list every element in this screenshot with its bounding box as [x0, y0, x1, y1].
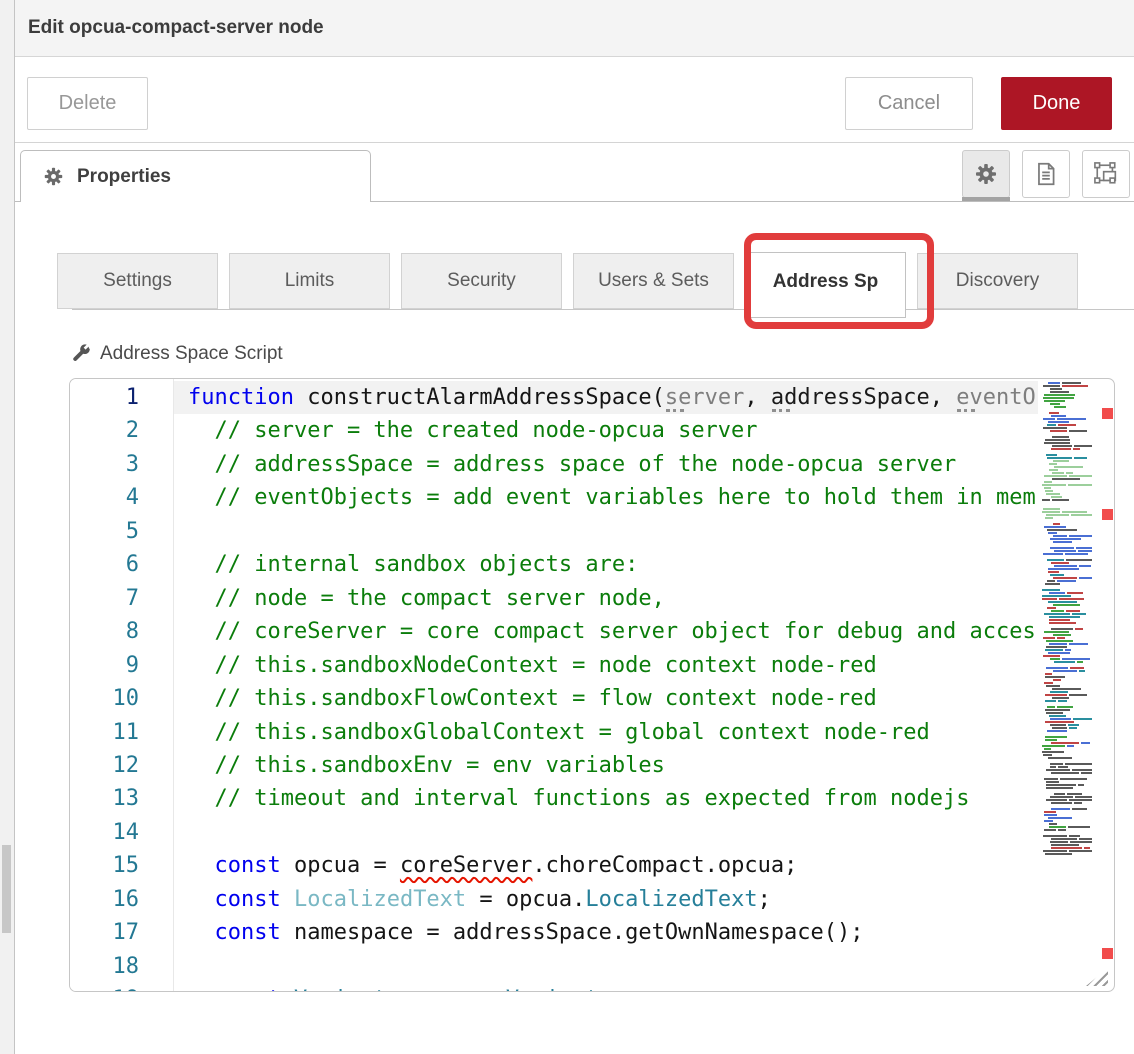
done-button[interactable]: Done [1001, 77, 1112, 130]
tab-users-sets[interactable]: Users & Sets [573, 253, 734, 309]
code-line[interactable]: // timeout and interval functions as exp… [174, 782, 969, 816]
line-number: 17 [113, 916, 140, 949]
description-icon-button[interactable] [1022, 150, 1070, 198]
line-number: 11 [113, 716, 140, 749]
dialog-toolbar: Delete Cancel Done [15, 58, 1134, 143]
line-number: 4 [126, 481, 139, 514]
line-number: 19 [113, 983, 140, 992]
line-number: 15 [113, 849, 140, 882]
code-line[interactable]: // this.sandboxFlowContext = flow contex… [174, 682, 877, 716]
document-icon [1033, 161, 1059, 187]
tab-limits[interactable]: Limits [229, 253, 390, 309]
code-line[interactable]: const LocalizedText = opcua.LocalizedTex… [174, 883, 771, 917]
code-line[interactable]: // coreServer = core compact server obje… [174, 615, 1036, 649]
appearance-icon-button[interactable] [1082, 150, 1130, 198]
dialog-title: Edit opcua-compact-server node [28, 0, 324, 56]
tab-security[interactable]: Security [401, 253, 562, 309]
overview-ruler [1100, 379, 1115, 991]
config-tabs: SettingsLimitsSecurityUsers & SetsAddres… [15, 252, 1134, 322]
line-number: 6 [126, 548, 139, 581]
line-number: 16 [113, 883, 140, 916]
code-line[interactable]: // this.sandboxGlobalContext = global co… [174, 716, 930, 750]
code-line[interactable] [174, 515, 188, 549]
group-select-icon [1092, 160, 1120, 188]
line-number-gutter: 12345678910111213141516171819 [70, 379, 173, 991]
properties-icon-button[interactable] [962, 150, 1010, 198]
line-number: 3 [126, 448, 139, 481]
line-number: 1 [126, 381, 139, 414]
line-number: 7 [126, 582, 139, 615]
page-scrollbar-thumb[interactable] [2, 845, 11, 933]
line-number: 13 [113, 782, 140, 815]
line-number: 12 [113, 749, 140, 782]
line-number: 5 [126, 515, 139, 548]
code-line[interactable]: // this.sandboxEnv = env variables [174, 749, 665, 783]
dialog-header: Edit opcua-compact-server node [15, 0, 1134, 57]
code-content[interactable]: function constructAlarmAddressSpace(serv… [174, 379, 1040, 991]
tab-settings[interactable]: Settings [57, 253, 218, 309]
tab-address-sp[interactable]: Address Sp [745, 252, 906, 318]
line-number: 8 [126, 615, 139, 648]
editor-nav-strip: Properties [15, 143, 1134, 202]
minimap[interactable] [1042, 382, 1092, 856]
line-number: 2 [126, 414, 139, 447]
tab-discovery[interactable]: Discovery [917, 253, 1078, 309]
code-editor[interactable]: 12345678910111213141516171819 function c… [69, 378, 1115, 992]
line-number: 9 [126, 649, 139, 682]
edit-node-dialog: Edit opcua-compact-server node Delete Ca… [15, 0, 1134, 1054]
tab-properties[interactable]: Properties [20, 150, 371, 202]
error-marker [1102, 509, 1113, 520]
page-scrollbar[interactable] [0, 0, 15, 1054]
code-line[interactable]: function constructAlarmAddressSpace(serv… [174, 381, 1036, 415]
code-line[interactable]: const namespace = addressSpace.getOwnNam… [174, 916, 864, 950]
line-number: 14 [113, 816, 140, 849]
code-line[interactable]: // internal sandbox objects are: [174, 548, 638, 582]
gear-icon [43, 166, 64, 187]
code-line[interactable]: // server = the created node-opcua serve… [174, 414, 758, 448]
line-number: 10 [113, 682, 140, 715]
code-line[interactable]: // addressSpace = address space of the n… [174, 448, 956, 482]
code-line[interactable] [174, 816, 188, 850]
code-line[interactable]: // this.sandboxNodeContext = node contex… [174, 649, 877, 683]
line-number: 18 [113, 950, 140, 983]
code-line[interactable]: const opcua = coreServer.choreCompact.op… [174, 849, 797, 883]
code-line[interactable]: // node = the compact server node, [174, 582, 665, 616]
gear-icon [974, 162, 998, 186]
error-marker [1102, 948, 1113, 959]
code-line[interactable] [174, 950, 188, 984]
wrench-icon [70, 343, 92, 365]
cancel-button[interactable]: Cancel [845, 77, 973, 130]
section-label: Address Space Script [70, 340, 283, 368]
code-line[interactable]: // eventObjects = add event variables he… [174, 481, 1036, 515]
properties-tab-label: Properties [77, 166, 171, 188]
code-line[interactable]: const Variant = opcua.Variant; [174, 983, 612, 991]
error-marker [1102, 408, 1113, 419]
section-label-text: Address Space Script [100, 343, 283, 365]
delete-button[interactable]: Delete [27, 77, 148, 130]
